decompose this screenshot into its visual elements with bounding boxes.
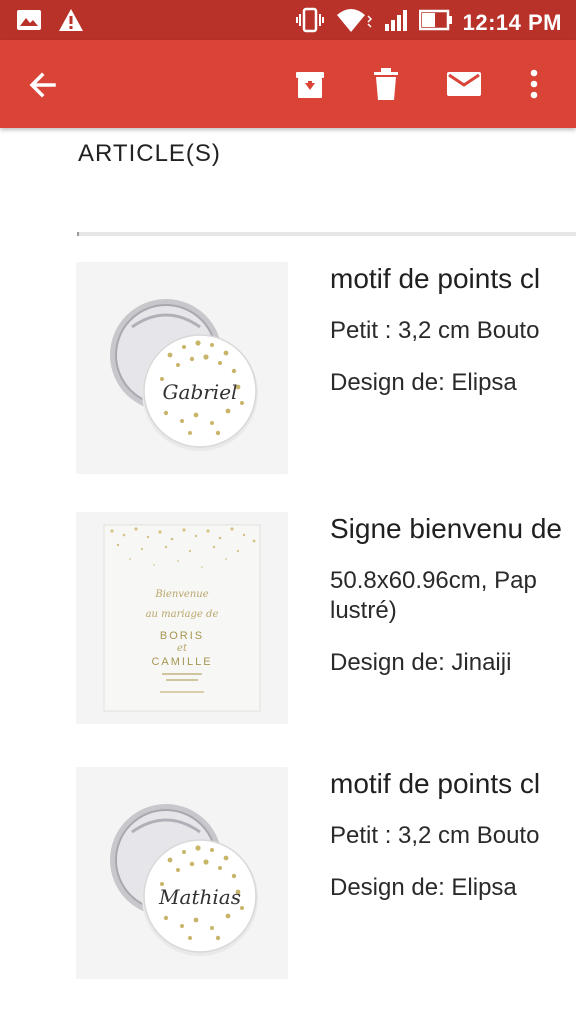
signal-icon: [383, 8, 409, 37]
item-info: motif de points cl Petit : 3,2 cm Bouto …: [330, 262, 576, 398]
archive-icon[interactable]: [290, 64, 330, 104]
product-thumbnail[interactable]: Mathias: [76, 767, 288, 979]
item-size: Petit : 3,2 cm Bouto: [330, 822, 540, 849]
list-item[interactable]: Mathias motif de points cl Petit : 3,2 c…: [76, 767, 576, 987]
sign-line: CAMILLE: [151, 656, 212, 668]
status-bar: 12:14 PM: [0, 0, 576, 40]
vibrate-icon: [295, 7, 325, 38]
sign-line: et: [177, 643, 188, 654]
sign-line: au mariage de: [146, 609, 219, 620]
app-bar: [0, 40, 576, 128]
wifi-icon: [335, 6, 373, 39]
section-title: ARTICLE(S): [78, 140, 221, 167]
item-title[interactable]: motif de points cl: [330, 767, 576, 801]
delete-icon[interactable]: [366, 64, 406, 104]
item-size: Petit : 3,2 cm Bouto: [330, 317, 540, 344]
item-title[interactable]: motif de points cl: [330, 262, 576, 296]
warning-icon: [58, 8, 84, 37]
gallery-icon: [16, 9, 42, 36]
item-title[interactable]: Signe bienvenu de: [330, 512, 576, 546]
more-vert-icon[interactable]: [514, 64, 554, 104]
item-size: 50.8x60.96cm, Pap lustré): [330, 567, 537, 624]
mail-icon[interactable]: [444, 64, 484, 104]
divider: [77, 232, 576, 236]
battery-icon: [418, 9, 453, 36]
item-info: motif de points cl Petit : 3,2 cm Bouto …: [330, 767, 576, 903]
list-item[interactable]: Bienvenue au mariage de BORIS et CAMILLE…: [76, 512, 576, 732]
item-info: Signe bienvenu de 50.8x60.96cm, Pap lust…: [330, 512, 576, 678]
list-item[interactable]: Gabriel motif de points cl Petit : 3,2 c…: [76, 262, 576, 482]
back-arrow-icon[interactable]: [26, 68, 60, 102]
sign-line: BORIS: [160, 630, 204, 642]
status-time: 12:14 PM: [462, 9, 562, 35]
item-designer: Design de: Elipsa: [330, 874, 517, 901]
item-designer: Design de: Jinaiji: [330, 649, 512, 676]
product-thumbnail[interactable]: Gabriel: [76, 262, 288, 474]
item-designer: Design de: Elipsa: [330, 369, 517, 396]
button-name-text: Mathias: [158, 885, 241, 909]
sign-line: Bienvenue: [154, 589, 208, 600]
product-thumbnail[interactable]: Bienvenue au mariage de BORIS et CAMILLE: [76, 512, 288, 724]
button-name-text: Gabriel: [163, 380, 238, 404]
